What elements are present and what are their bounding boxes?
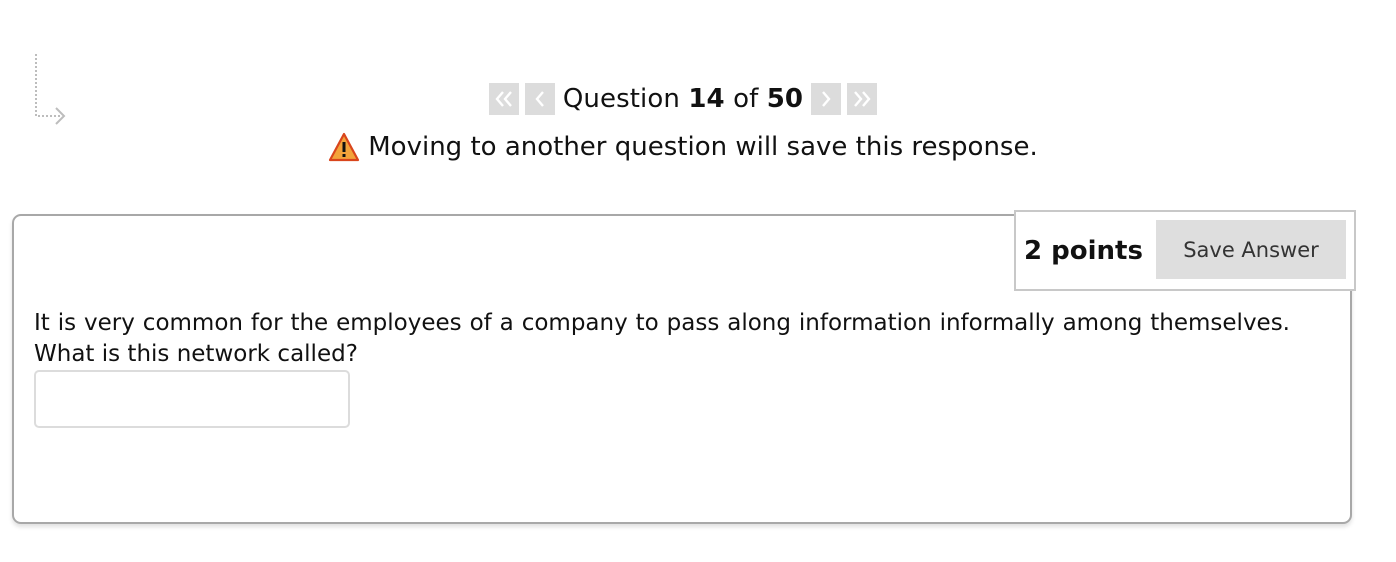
question-counter: Question 14 of 50 bbox=[563, 84, 803, 114]
question-prefix: Question bbox=[562, 84, 680, 114]
points-header: 2 points Save Answer bbox=[1014, 210, 1356, 291]
first-question-button[interactable] bbox=[488, 83, 519, 115]
question-navigation: Question 14 of 50 bbox=[0, 82, 1366, 116]
save-answer-button[interactable]: Save Answer bbox=[1156, 220, 1346, 279]
chevron-right-icon bbox=[822, 91, 831, 107]
quiz-page: Question 14 of 50 Moving to another ques… bbox=[0, 0, 1396, 562]
answer-input[interactable] bbox=[34, 370, 350, 428]
chevron-left-icon bbox=[535, 91, 544, 107]
current-question-number: 14 bbox=[688, 84, 725, 114]
next-question-button[interactable] bbox=[811, 83, 842, 115]
double-chevron-left-icon bbox=[495, 91, 512, 107]
question-text: It is very common for the employees of a… bbox=[34, 310, 1290, 367]
points-label: 2 points bbox=[1024, 235, 1143, 266]
of-word: of bbox=[733, 84, 759, 114]
last-question-button[interactable] bbox=[847, 83, 878, 115]
previous-question-button[interactable] bbox=[524, 83, 555, 115]
warning-text: Moving to another question will save thi… bbox=[368, 132, 1038, 162]
double-chevron-right-icon bbox=[854, 91, 871, 107]
warning-triangle-icon bbox=[329, 132, 360, 162]
save-warning: Moving to another question will save thi… bbox=[0, 130, 1366, 164]
total-questions: 50 bbox=[766, 84, 804, 114]
